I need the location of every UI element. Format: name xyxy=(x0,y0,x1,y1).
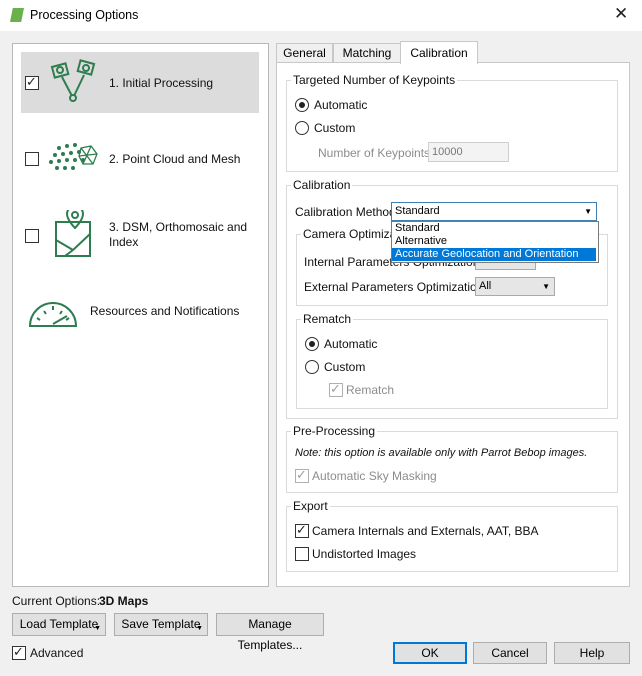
external-parameters-select[interactable]: All ▼ xyxy=(475,277,555,296)
load-template-button[interactable]: Load Template ▼ xyxy=(12,613,106,636)
keypoints-title: Targeted Number of Keypoints xyxy=(291,73,458,87)
dropdown-option-standard[interactable]: Standard xyxy=(392,222,596,235)
caret-down-icon: ▼ xyxy=(196,625,203,632)
sidebar-item-label: Resources and Notifications xyxy=(90,304,240,318)
rematch-checkbox-label: Rematch xyxy=(346,383,395,397)
load-template-label: Load Template xyxy=(19,617,99,631)
sky-masking-label: Automatic Sky Masking xyxy=(312,469,437,483)
sidebar-item-point-cloud[interactable]: 2. Point Cloud and Mesh xyxy=(21,136,259,182)
calibration-method-label: Calibration Method xyxy=(295,205,396,219)
gauge-icon xyxy=(28,302,78,327)
point-cloud-checkbox[interactable] xyxy=(25,152,39,166)
current-options-label: Current Options: xyxy=(12,594,101,608)
save-template-label: Save Template xyxy=(121,617,201,631)
rematch-automatic-label: Automatic xyxy=(324,337,378,351)
sidebar-item-label: 2. Point Cloud and Mesh xyxy=(109,152,241,166)
dropdown-option-accurate-geolocation[interactable]: Accurate Geolocation and Orientation xyxy=(392,248,596,261)
chevron-down-icon: ▼ xyxy=(542,282,550,291)
export-group xyxy=(286,506,618,572)
advanced-label: Advanced xyxy=(30,646,84,660)
keypoints-automatic-label: Automatic xyxy=(314,98,368,112)
tab-matching[interactable]: Matching xyxy=(333,43,401,63)
calibration-method-value: Standard xyxy=(395,205,440,217)
number-keypoints-label: Number of Keypoints: xyxy=(318,146,434,160)
sidebar-item-label-line1: 3. DSM, Orthomosaic and xyxy=(109,220,248,234)
calibration-title: Calibration xyxy=(291,178,353,192)
export-title: Export xyxy=(291,499,330,513)
dropdown-option-alternative[interactable]: Alternative xyxy=(392,235,596,248)
sidebar-item-dsm-orthomosaic[interactable]: 3. DSM, Orthomosaic and Index xyxy=(21,208,259,264)
rematch-checkbox[interactable] xyxy=(329,381,343,397)
sidebar-item-initial-processing[interactable]: 1. Initial Processing xyxy=(21,52,259,113)
calibration-method-dropdown: Standard Alternative Accurate Geolocatio… xyxy=(391,221,599,263)
number-keypoints-input[interactable]: 10000 xyxy=(428,142,509,162)
undistorted-images-label: Undistorted Images xyxy=(312,547,417,561)
keypoints-icon xyxy=(50,59,96,102)
tab-general[interactable]: General xyxy=(276,43,333,63)
cancel-button[interactable]: Cancel xyxy=(473,642,547,664)
rematch-custom-label: Custom xyxy=(324,360,366,374)
sidebar-item-resources[interactable]: Resources and Notifications xyxy=(21,292,259,332)
calibration-method-select[interactable]: Standard ▼ xyxy=(391,202,597,221)
help-button[interactable]: Help xyxy=(554,642,630,664)
rematch-automatic-radio[interactable] xyxy=(305,337,319,351)
camera-internals-checkbox[interactable] xyxy=(295,522,309,538)
advanced-checkbox[interactable] xyxy=(12,644,26,660)
chevron-down-icon: ▼ xyxy=(584,207,592,216)
rematch-custom-radio[interactable] xyxy=(305,360,319,374)
initial-processing-checkbox[interactable] xyxy=(25,74,39,90)
sidebar: 1. Initial Processing 2. Point Cloud and… xyxy=(12,43,269,587)
camera-internals-label: Camera Internals and Externals, AAT, BBA xyxy=(312,524,539,538)
sidebar-item-label-line2: Index xyxy=(109,235,139,249)
sidebar-item-label: 1. Initial Processing xyxy=(109,76,214,90)
save-template-button[interactable]: Save Template ▼ xyxy=(114,613,208,636)
close-icon[interactable]: ✕ xyxy=(614,4,628,24)
keypoints-custom-label: Custom xyxy=(314,121,356,135)
map-pin-icon xyxy=(55,210,91,257)
external-parameters-label: External Parameters Optimization: xyxy=(304,280,487,294)
preprocessing-note: Note: this option is available only with… xyxy=(295,447,588,459)
manage-templates-button[interactable]: Manage Templates... xyxy=(216,613,324,652)
rematch-title: Rematch xyxy=(301,312,354,326)
ok-button[interactable]: OK xyxy=(393,642,467,664)
window-title: Processing Options xyxy=(30,8,139,22)
current-options-value: 3D Maps xyxy=(99,594,149,608)
keypoints-automatic-radio[interactable] xyxy=(295,98,309,112)
preprocessing-title: Pre-Processing xyxy=(291,424,378,438)
tab-calibration[interactable]: Calibration xyxy=(400,41,478,64)
point-cloud-icon xyxy=(49,143,98,170)
preprocessing-group xyxy=(286,431,618,493)
dsm-checkbox[interactable] xyxy=(25,229,39,243)
external-parameters-value: All xyxy=(479,280,492,292)
undistorted-images-checkbox[interactable] xyxy=(295,547,309,561)
sky-masking-checkbox[interactable] xyxy=(295,467,309,483)
keypoints-custom-radio[interactable] xyxy=(295,121,309,135)
caret-down-icon: ▼ xyxy=(94,625,101,632)
